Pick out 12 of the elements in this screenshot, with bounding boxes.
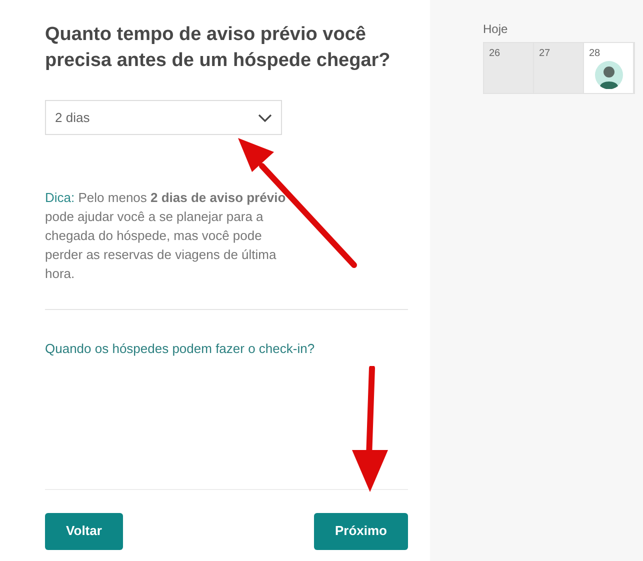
avatar-icon — [594, 61, 622, 89]
next-button[interactable]: Próximo — [314, 512, 408, 550]
calendar-day[interactable]: 26 — [484, 43, 534, 93]
question-heading: Quanto tempo de aviso prévio você precisa antes de um hóspede chegar? — [45, 23, 392, 73]
back-button[interactable]: Voltar — [45, 512, 123, 550]
today-label: Hoje — [483, 21, 508, 38]
check-in-link[interactable]: Quando os hóspedes podem fazer o check-in? — [45, 339, 315, 358]
chevron-down-icon — [258, 114, 272, 122]
calendar-day[interactable]: 28 — [584, 43, 634, 93]
calendar-day[interactable]: 27 — [534, 43, 584, 93]
tip-text: Dica: Pelo menos 2 dias de aviso prévio pode ajudar você a se planejar para a chegada do hóspede, mas você pode perder as reservas de viagens de última hora. — [45, 189, 287, 283]
notice-select[interactable]: 2 dias — [45, 100, 282, 135]
